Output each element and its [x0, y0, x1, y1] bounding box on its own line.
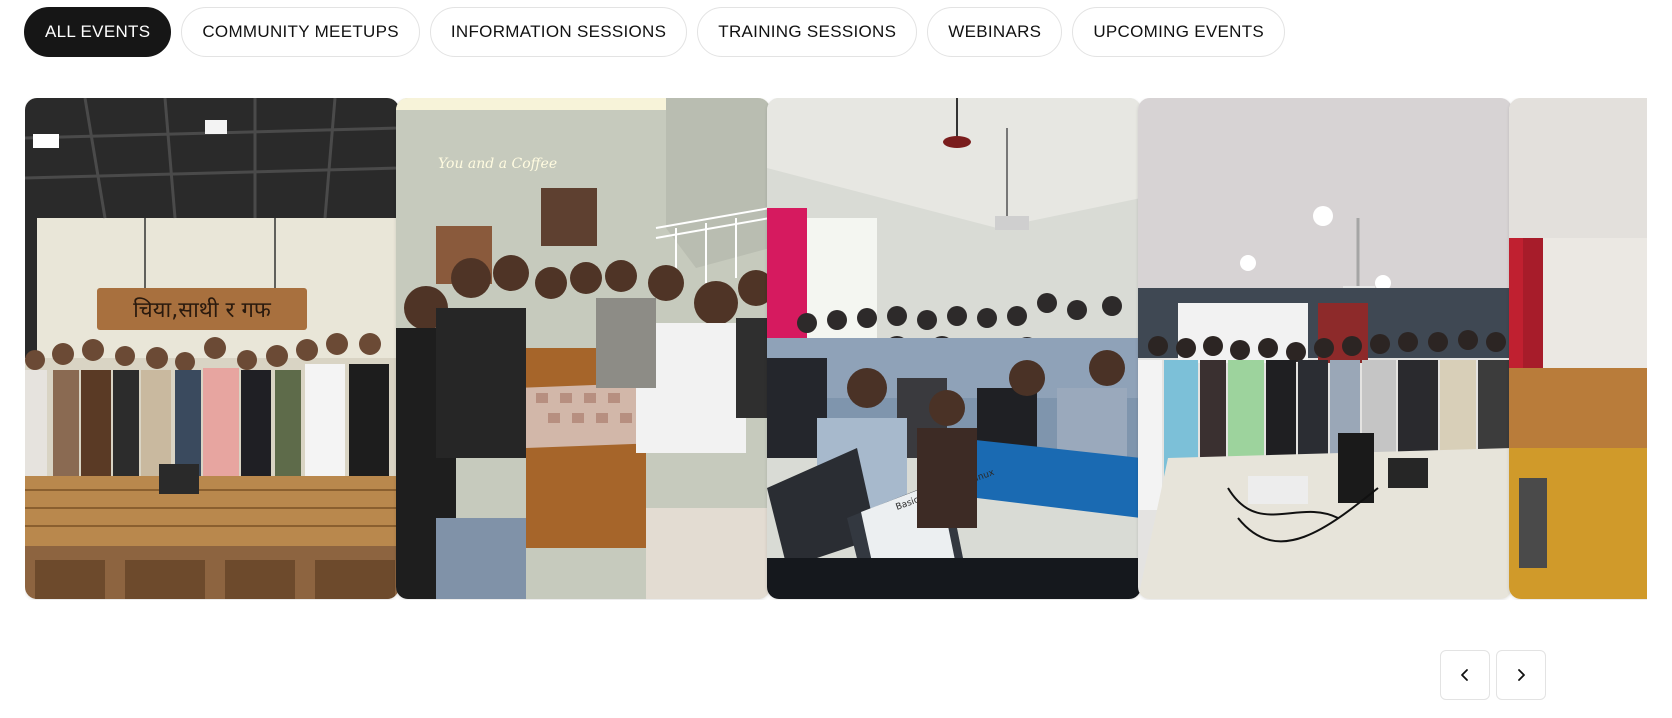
chevron-right-icon — [1518, 669, 1525, 681]
event-photo-classroom-laptops[interactable]: Basic Features of Linux — [767, 98, 1141, 599]
filter-upcoming-events[interactable]: UPCOMING EVENTS — [1072, 7, 1286, 57]
event-photo-partial[interactable] — [1509, 98, 1647, 599]
filter-webinars[interactable]: WEBINARS — [927, 7, 1063, 57]
next-slide-button[interactable] — [1496, 650, 1546, 700]
cafe-sign-text: चिया,साथी र गफ — [133, 297, 272, 323]
event-photo-cafe-group[interactable]: चिया,साथी र गफ — [25, 98, 399, 599]
filter-information-sessions[interactable]: INFORMATION SESSIONS — [429, 7, 688, 57]
filter-community-meetups[interactable]: COMMUNITY MEETUPS — [181, 7, 420, 57]
filter-training-sessions[interactable]: TRAINING SESSIONS — [697, 7, 918, 57]
previous-slide-button[interactable] — [1440, 650, 1490, 700]
event-filter-bar: ALL EVENTS COMMUNITY MEETUPS INFORMATION… — [24, 7, 1286, 57]
filter-all-events[interactable]: ALL EVENTS — [24, 7, 172, 57]
neon-sign-text: You and a Coffee — [438, 156, 557, 172]
chevron-left-icon — [1461, 669, 1468, 681]
event-photo-chess-table[interactable]: You and a Coffee — [396, 98, 770, 599]
event-photo-gallery: चिया,साथी र गफ You and a Coffee Basic Li… — [25, 98, 1647, 600]
event-photo-projector-hall[interactable] — [1138, 98, 1512, 599]
